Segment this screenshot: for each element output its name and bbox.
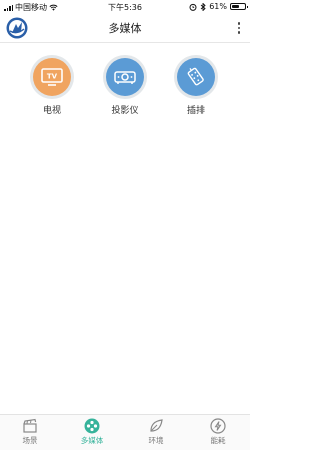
device-circle — [177, 58, 215, 96]
battery-icon — [230, 3, 248, 10]
app-screen: 中国移动 下午5:36 61% 多媒体 TV 电视 投影仪 插排 场景 多媒体 … — [0, 0, 250, 450]
tv-icon: TV — [41, 68, 63, 86]
tab-label: 环境 — [148, 436, 164, 445]
device-ring — [174, 55, 218, 99]
status-right: 61% — [189, 2, 248, 11]
projector-icon — [114, 71, 136, 84]
device-projector[interactable]: 投影仪 — [97, 55, 153, 116]
alarm-icon — [189, 3, 197, 11]
page-title: 多媒体 — [108, 22, 142, 35]
dot — [237, 26, 241, 30]
more-options-button[interactable] — [234, 18, 244, 38]
app-header: 多媒体 — [0, 14, 250, 42]
device-circle: TV — [33, 58, 71, 96]
bottom-tab-bar: 场景 多媒体 环境 能耗 — [0, 414, 250, 450]
device-ring — [103, 55, 147, 99]
tab-multimedia[interactable]: 多媒体 — [72, 418, 112, 446]
device-label: 插排 — [186, 106, 205, 116]
battery-fill — [232, 5, 240, 8]
dot — [237, 22, 241, 25]
header-divider — [0, 42, 250, 43]
tab-scene[interactable]: 场景 — [10, 418, 50, 446]
dot — [237, 31, 241, 34]
tab-label: 场景 — [22, 436, 38, 445]
tab-environment[interactable]: 环境 — [136, 418, 176, 446]
tab-energy[interactable]: 能耗 — [198, 418, 238, 446]
device-tv[interactable]: TV 电视 — [24, 55, 80, 116]
clapperboard-icon — [23, 418, 37, 433]
tab-label: 多媒体 — [80, 436, 104, 445]
lightning-icon — [210, 418, 226, 434]
tv-badge-text: TV — [47, 73, 58, 81]
device-label: 电视 — [42, 106, 61, 116]
bluetooth-icon — [200, 2, 206, 11]
battery-percent: 61% — [209, 2, 227, 11]
tab-label: 能耗 — [210, 436, 226, 445]
device-ring: TV — [30, 55, 74, 99]
device-power-strip[interactable]: 插排 — [168, 55, 224, 116]
device-label: 投影仪 — [111, 106, 139, 116]
leaf-icon — [150, 419, 163, 432]
power-strip-icon — [187, 67, 204, 86]
status-bar: 中国移动 下午5:36 61% — [0, 0, 250, 14]
device-circle — [106, 58, 144, 96]
film-reel-icon — [84, 418, 100, 434]
